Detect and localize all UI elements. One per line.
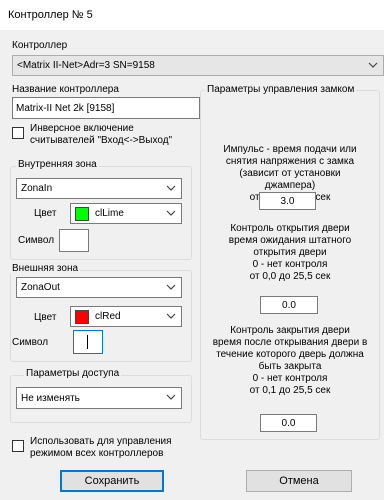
inverse-label-line1: Инверсное включение (30, 123, 134, 134)
inner-zone-select[interactable]: ZonaIn (16, 178, 182, 199)
save-button-label: Сохранить (84, 475, 140, 487)
outer-color-swatch (75, 309, 89, 324)
chevron-down-icon[interactable] (165, 281, 177, 293)
close-control-line: Контроль закрытия двери (230, 325, 350, 336)
inner-color-name: clLime (95, 208, 124, 219)
chevron-down-icon[interactable] (165, 391, 177, 403)
open-control-input[interactable]: 0.0 (260, 296, 318, 314)
outer-symbol-label: Символ (12, 337, 49, 348)
close-control-line: быть закрыта (258, 361, 322, 372)
open-control-line: открытия двери (253, 247, 327, 258)
outer-symbol-input[interactable] (73, 330, 103, 354)
use-all-label-line1: Использовать для управления (30, 436, 172, 447)
inner-zone-value: ZonaIn (21, 183, 53, 194)
outer-zone-select[interactable]: ZonaOut (16, 277, 182, 298)
close-control-line: течение которого дверь должна (216, 349, 364, 360)
impulse-line: джампера) (264, 180, 316, 191)
inner-color-label: Цвет (34, 208, 57, 219)
cancel-button-label: Отмена (279, 475, 319, 487)
save-button[interactable]: Сохранить (60, 470, 164, 492)
access-title: Параметры доступа (24, 368, 122, 379)
chevron-down-icon[interactable] (165, 207, 177, 219)
close-control-value: 0.0 (281, 417, 296, 429)
open-control-value: 0.0 (282, 299, 296, 311)
inner-symbol-label: Символ (18, 235, 55, 246)
impulse-input[interactable]: 3.0 (259, 192, 316, 210)
open-control-line: от 0,0 до 25,5 сек (249, 271, 331, 282)
controller-section-label: Контроллер (12, 40, 68, 51)
close-control-input[interactable]: 0.0 (260, 414, 317, 432)
window-titlebar: Контроллер № 5 (0, 0, 384, 30)
close-control-line: время после открывания двери в (212, 337, 368, 348)
inner-zone-title: Внутренняя зона (16, 159, 99, 170)
impulse-line: Импульс - время подачи или (223, 144, 357, 155)
access-value: Не изменять (21, 392, 80, 404)
open-control-line: Контроль открытия двери (230, 223, 350, 234)
controller-name-label: Название контроллера (12, 84, 119, 95)
close-control-line: 0 - нет контроля (252, 373, 328, 384)
chevron-down-icon[interactable] (165, 310, 177, 322)
use-all-checkbox-label[interactable]: Использовать для управления режимом всех… (30, 436, 172, 460)
impulse-line: (зависит от установки (239, 168, 341, 179)
outer-zone-value: ZonaOut (21, 282, 60, 293)
chevron-down-icon[interactable] (165, 182, 177, 194)
controller-select-value: <Matrix II-Net>Adr=3 SN=9158 (17, 60, 155, 71)
access-select[interactable]: Не изменять (16, 387, 182, 409)
open-control-line: время ожидания штатного (228, 235, 352, 246)
use-all-label-line2: режимом всех контроллеров (30, 448, 164, 459)
cancel-button[interactable]: Отмена (246, 470, 352, 492)
outer-color-select[interactable]: clRed (70, 306, 182, 327)
text-caret (87, 335, 88, 349)
inverse-checkbox[interactable] (12, 127, 24, 139)
outer-color-label: Цвет (34, 312, 57, 323)
impulse-line: снятия напряжения с замка (225, 156, 355, 167)
outer-color-name: clRed (95, 311, 121, 322)
lock-params-title: Параметры управления замком (205, 84, 357, 95)
window-title: Контроллер № 5 (8, 9, 93, 21)
inner-symbol-input[interactable] (59, 229, 89, 252)
chevron-down-icon[interactable] (367, 59, 379, 71)
open-control-description: Контроль открытия двери время ожидания ш… (202, 223, 378, 283)
inverse-label-line2: считывателей "Вход<->Выход" (30, 135, 173, 146)
close-control-description: Контроль закрытия двери время после откр… (202, 325, 378, 397)
inner-color-select[interactable]: clLime (70, 203, 182, 224)
inner-color-swatch (75, 206, 89, 221)
controller-name-input[interactable]: Matrix-II Net 2k [9158] (12, 97, 200, 119)
outer-zone-title: Внешняя зона (10, 263, 81, 274)
open-control-line: 0 - нет контроля (252, 259, 328, 270)
impulse-value: 3.0 (280, 195, 295, 207)
inverse-checkbox-label[interactable]: Инверсное включение считывателей "Вход<-… (30, 123, 172, 147)
controller-select[interactable]: <Matrix II-Net>Adr=3 SN=9158 (12, 55, 384, 76)
use-all-checkbox[interactable] (12, 440, 24, 452)
controller-name-value: Matrix-II Net 2k [9158] (16, 102, 115, 114)
close-control-line: от 0,1 до 25,5 сек (249, 385, 331, 396)
